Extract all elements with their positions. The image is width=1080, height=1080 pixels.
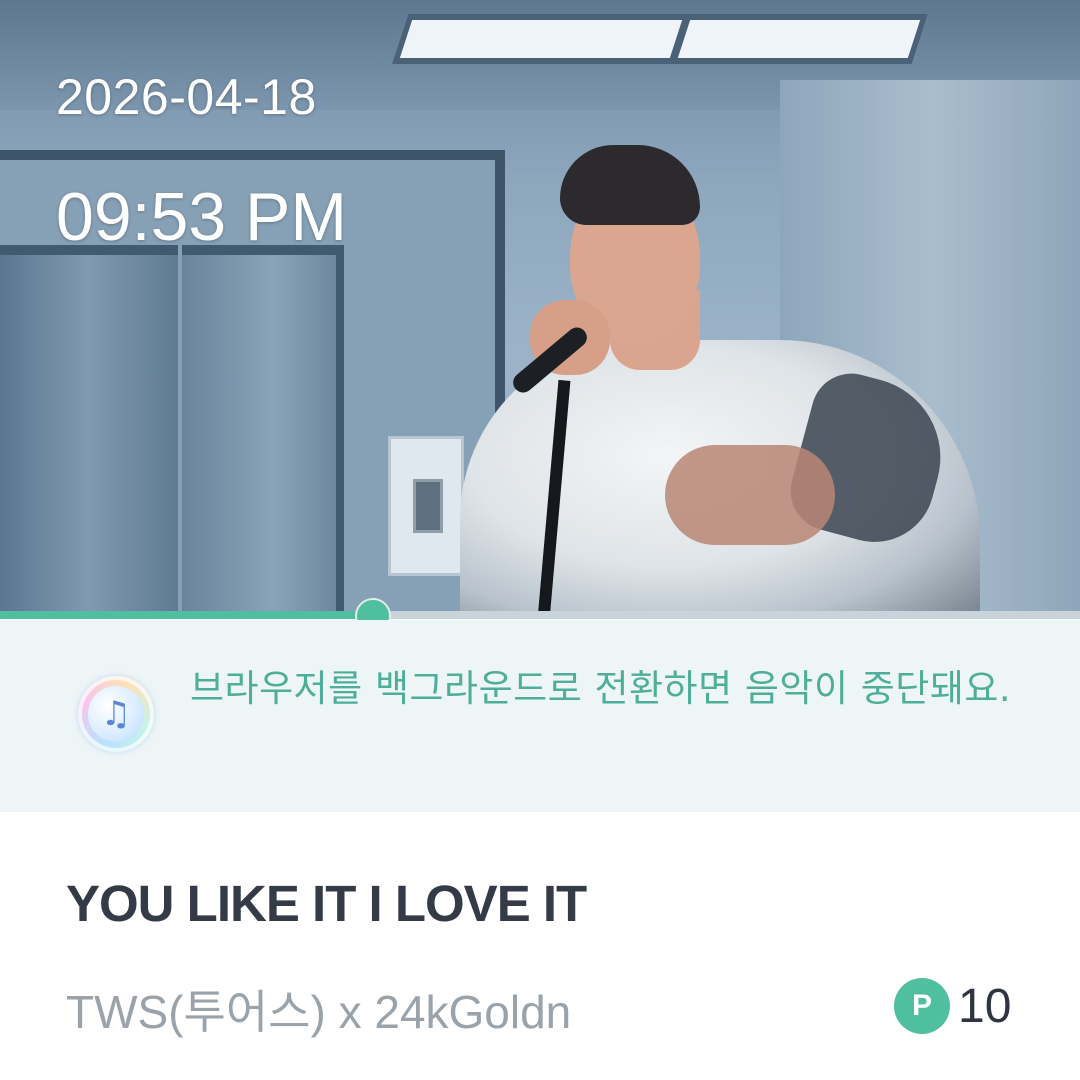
video-player[interactable]: 2026-04-18 09:53 PM — [0, 0, 1080, 614]
background-notice-text: 브라우저를 백그라운드로 전환하면 음악이 중단돼요. — [190, 667, 1012, 710]
overlay-time: 09:53 PM — [56, 179, 348, 255]
song-artist: TWS(투어스) x 24kGoldn — [66, 986, 572, 1038]
video-elevator-door-left — [0, 245, 178, 614]
video-singer-hand-2 — [665, 445, 835, 545]
overlay-date: 2026-04-18 — [56, 69, 317, 125]
music-note-icon: ♫ — [78, 676, 154, 752]
video-call-panel — [388, 436, 464, 576]
song-title: YOU LIKE IT I LOVE IT — [66, 875, 587, 932]
progress-fill — [0, 611, 373, 619]
points-value: 10 — [958, 979, 1012, 1033]
points-display: P 10 — [894, 978, 1011, 1034]
playback-progress-bar[interactable] — [0, 598, 1080, 634]
video-ceiling-light — [391, 14, 929, 64]
video-elevator-door-right — [182, 245, 344, 614]
points-icon: P — [894, 978, 950, 1034]
video-call-button — [413, 479, 443, 533]
video-singer-hair — [560, 145, 700, 225]
